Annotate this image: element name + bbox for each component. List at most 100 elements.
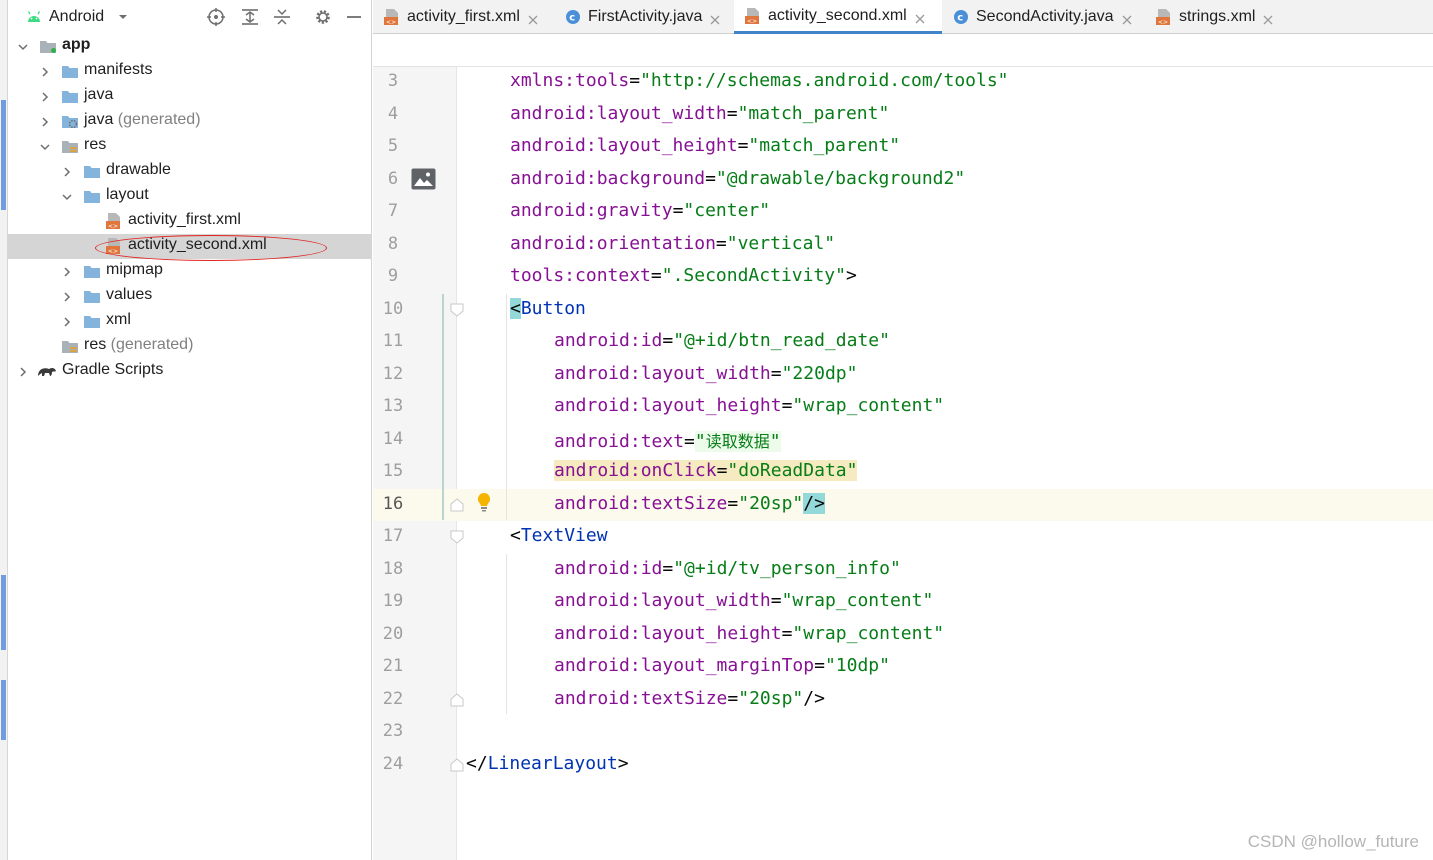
tree-item-values[interactable]: values — [8, 284, 372, 309]
tree-item-manifests[interactable]: manifests — [8, 59, 372, 84]
tab-firstactivity-java[interactable]: c FirstActivity.java — [554, 0, 734, 34]
xml-file-icon: <> — [744, 7, 762, 25]
java-class-icon: c — [952, 9, 970, 25]
tree-item-label: values — [106, 286, 152, 304]
code-line-21: android:layout_marginTop="10dp" — [554, 655, 890, 676]
line-number: 12 — [382, 363, 404, 384]
folder-icon — [61, 63, 79, 79]
fold-end-icon[interactable] — [450, 497, 464, 512]
minimize-icon[interactable] — [345, 8, 363, 26]
fold-open-icon[interactable] — [450, 303, 464, 317]
tree-item-app[interactable]: app — [8, 34, 372, 59]
tree-item-gradle-scripts[interactable]: Gradle Scripts — [8, 359, 372, 384]
close-icon[interactable] — [1122, 12, 1132, 25]
line-number: 6 — [387, 168, 399, 189]
fold-end-icon[interactable] — [450, 757, 464, 772]
tab-label: strings.xml — [1179, 8, 1256, 25]
folder-icon — [83, 313, 101, 329]
line-number: 7 — [387, 201, 399, 221]
close-icon[interactable] — [710, 12, 720, 25]
chevron-right-icon[interactable] — [61, 315, 73, 327]
tree-item-mipmap[interactable]: mipmap — [8, 259, 372, 284]
java-class-icon: c — [564, 9, 582, 25]
tree-item-drawable[interactable]: drawable — [8, 159, 372, 184]
tab-label: FirstActivity.java — [588, 8, 703, 25]
tab-strings-xml[interactable]: <> strings.xml — [1145, 0, 1280, 34]
line-number: 3 — [387, 71, 399, 91]
code-line-9: tools:context=".SecondActivity"> — [510, 265, 857, 286]
lightbulb-icon[interactable] — [476, 492, 492, 512]
chevron-down-icon[interactable] — [118, 12, 128, 22]
chevron-right-icon[interactable] — [61, 265, 73, 277]
chevron-right-icon[interactable] — [17, 365, 29, 377]
code-line-11: android:id="@+id/btn_read_date" — [554, 330, 890, 351]
chevron-down-icon[interactable] — [39, 140, 51, 152]
generated-folder-icon — [61, 113, 79, 129]
gear-icon[interactable] — [314, 8, 332, 26]
close-icon[interactable] — [528, 12, 538, 25]
chevron-right-icon[interactable] — [39, 90, 51, 102]
tree-item-java[interactable]: java — [8, 84, 372, 109]
chevron-down-icon[interactable] — [61, 190, 73, 202]
close-icon[interactable] — [1263, 12, 1273, 25]
tree-item-text: java — [84, 111, 114, 128]
tab-activity-first-xml[interactable]: <> activity_first.xml — [373, 0, 554, 34]
fold-end-icon[interactable] — [450, 692, 464, 707]
code-line-6: android:background="@drawable/background… — [510, 168, 966, 189]
gradle-icon — [36, 363, 58, 379]
tree-item-text: app — [62, 36, 91, 53]
tree-item-text: mipmap — [106, 261, 163, 278]
folder-icon — [83, 263, 101, 279]
favorites-tool-button[interactable] — [1, 680, 6, 740]
svg-text:<>: <> — [386, 19, 396, 25]
tab-secondactivity-java[interactable]: c SecondActivity.java — [942, 0, 1145, 34]
line-number: 11 — [382, 331, 404, 351]
android-icon — [27, 11, 41, 22]
chevron-right-icon[interactable] — [61, 290, 73, 302]
tree-item-activity-first-xml[interactable]: <> activity_first.xml — [8, 209, 372, 234]
expand-all-icon[interactable] — [241, 8, 259, 26]
locate-icon[interactable] — [207, 8, 225, 26]
collapse-all-icon[interactable] — [273, 8, 291, 26]
line-number: 8 — [387, 233, 399, 254]
line-number: 10 — [382, 298, 404, 319]
view-selector[interactable]: Android — [49, 8, 104, 26]
line-number: 20 — [382, 623, 404, 644]
close-icon[interactable] — [915, 11, 925, 23]
tree-item-res[interactable]: res — [8, 134, 372, 159]
chevron-right-icon[interactable] — [39, 65, 51, 77]
code-line-20: android:layout_height="wrap_content" — [554, 623, 945, 644]
tree-item-label: java (generated) — [84, 111, 201, 129]
chevron-down-icon[interactable] — [17, 40, 29, 52]
folder-icon — [61, 88, 79, 104]
tree-item-text: values — [106, 286, 153, 303]
tree-item-label: xml — [106, 311, 131, 329]
structure-tool-button[interactable] — [1, 575, 6, 650]
chevron-right-icon[interactable] — [61, 165, 73, 177]
res-folder-icon — [61, 338, 79, 354]
tree-item-java-generated[interactable]: java (generated) — [8, 109, 372, 134]
tree-item-res-generated[interactable]: res (generated) — [8, 334, 372, 359]
code-line-10: <Button — [510, 298, 586, 319]
tree-item-label: app — [62, 36, 90, 54]
tree-item-text: xml — [106, 311, 131, 328]
code-line-17: <TextView — [510, 525, 608, 546]
code-line-22: android:textSize="20sp"/> — [554, 688, 825, 709]
fold-open-icon[interactable] — [450, 530, 464, 544]
project-tool-button[interactable] — [1, 100, 6, 210]
image-preview-icon[interactable] — [411, 168, 436, 190]
tree-item-layout[interactable]: layout — [8, 184, 372, 209]
line-number: 15 — [382, 461, 404, 481]
watermark: CSDN @hollow_future — [1247, 832, 1419, 851]
code-line-24: </LinearLayout> — [466, 753, 629, 774]
chevron-right-icon[interactable] — [39, 115, 51, 127]
block-scope-indicator — [442, 294, 444, 520]
line-number: 16 — [382, 493, 404, 514]
code-line-15: android:onClick="doReadData" — [554, 460, 858, 481]
svg-text:<>: <> — [1158, 19, 1168, 25]
tab-activity-second-xml[interactable]: <> activity_second.xml — [734, 0, 942, 34]
tree-item-label: drawable — [106, 161, 171, 179]
folder-icon — [83, 188, 101, 204]
tree-item-xml[interactable]: xml — [8, 309, 372, 334]
code-line-14: android:text="读取数据" — [554, 431, 781, 452]
